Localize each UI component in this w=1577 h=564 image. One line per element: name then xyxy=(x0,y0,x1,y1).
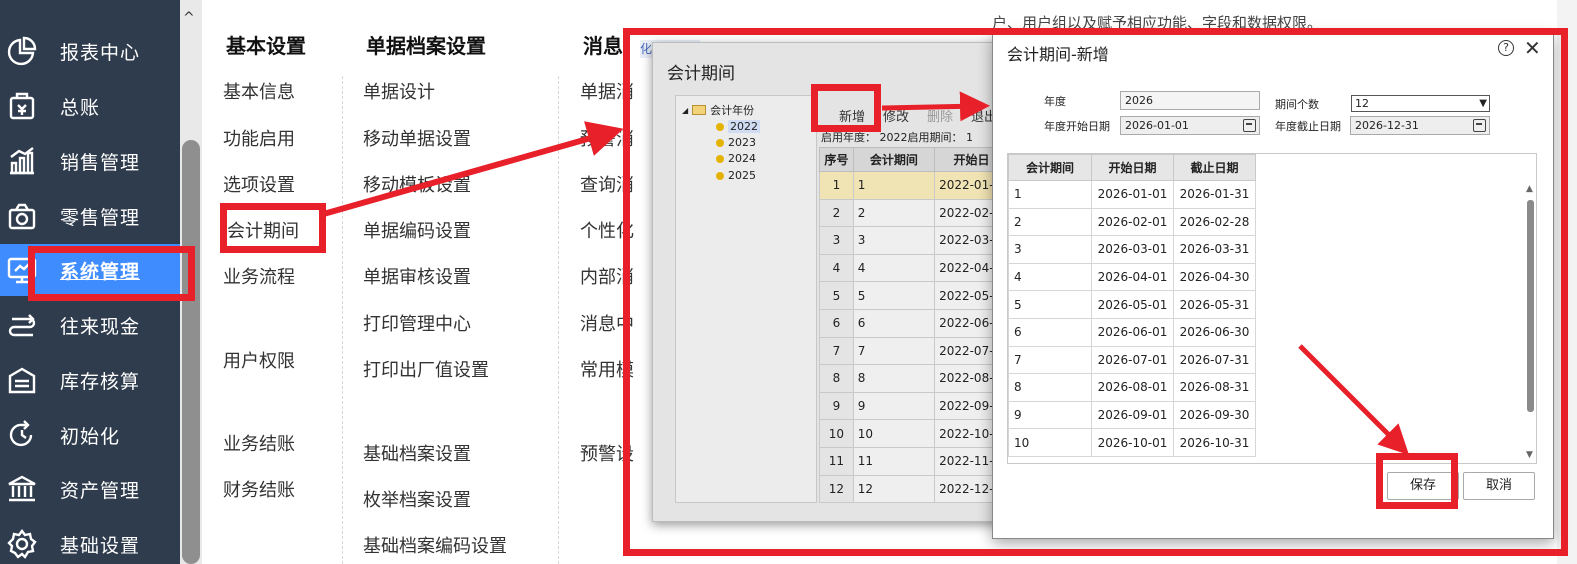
menu-item-document-design[interactable]: 单据设计 xyxy=(363,78,435,104)
menu-item-archive-coding[interactable]: 基础档案编码设置 xyxy=(363,532,507,558)
bank-icon xyxy=(4,471,40,507)
menu-divider xyxy=(342,76,343,564)
annotation-box-add xyxy=(811,84,881,132)
menu-item-basic-info[interactable]: 基本信息 xyxy=(223,78,295,104)
sidebar-item-report-center[interactable]: 报表中心 xyxy=(0,25,180,77)
reset-icon xyxy=(4,417,40,453)
sidebar-item-inventory[interactable]: 库存核算 xyxy=(0,354,180,406)
menu-item-mobile-template[interactable]: 移动模板设置 xyxy=(363,171,471,197)
menu-col-message-heading: 消息 xyxy=(583,34,623,58)
sidebar-item-retail[interactable]: 零售管理 xyxy=(0,190,180,242)
sidebar-item-general-ledger[interactable]: 总账 xyxy=(0,80,180,132)
sidebar-item-label: 基础设置 xyxy=(60,534,141,557)
menu-item-user-permissions[interactable]: 用户权限 xyxy=(223,347,295,373)
menu-item-document-coding[interactable]: 单据编码设置 xyxy=(363,217,471,243)
sidebar-item-label: 往来现金 xyxy=(60,315,141,338)
annotation-box-accounting-period xyxy=(220,203,326,253)
sidebar-item-assets[interactable]: 资产管理 xyxy=(0,463,180,515)
annotation-box-system-management xyxy=(28,246,195,301)
sidebar-item-cash[interactable]: 往来现金 xyxy=(0,299,180,351)
sidebar-item-label: 报表中心 xyxy=(60,41,141,64)
menu-item-document-approval[interactable]: 单据审核设置 xyxy=(363,263,471,289)
menu-item-business-flow[interactable]: 业务流程 xyxy=(223,263,295,289)
ledger-icon xyxy=(4,88,40,124)
gear-icon xyxy=(4,526,40,562)
sidebar-item-label: 初始化 xyxy=(60,425,121,448)
bar-chart-icon xyxy=(4,143,40,179)
menu-item-business-close[interactable]: 业务结账 xyxy=(223,430,295,456)
menu-item-enum-archive[interactable]: 枚举档案设置 xyxy=(363,486,471,512)
warehouse-icon xyxy=(4,362,40,398)
pie-chart-icon xyxy=(4,33,40,69)
menu-item-mobile-document[interactable]: 移动单据设置 xyxy=(363,125,471,151)
menu-divider xyxy=(558,76,559,564)
store-icon xyxy=(4,198,40,234)
sidebar-scrollbar-thumb[interactable] xyxy=(182,140,200,564)
exchange-icon xyxy=(4,307,40,343)
sidebar-item-basic-settings[interactable]: 基础设置 xyxy=(0,518,180,564)
menu-item-options[interactable]: 选项设置 xyxy=(223,171,295,197)
menu-item-financial-close[interactable]: 财务结账 xyxy=(223,476,295,502)
sidebar-item-label: 库存核算 xyxy=(60,370,141,393)
menu-col-basic-settings-heading: 基本设置 xyxy=(226,34,306,58)
sidebar-item-label: 零售管理 xyxy=(60,206,141,229)
sidebar-item-initialize[interactable]: 初始化 xyxy=(0,409,180,461)
menu-item-basic-archive[interactable]: 基础档案设置 xyxy=(363,440,471,466)
menu-item-print-factory-settings[interactable]: 打印出厂值设置 xyxy=(363,356,489,382)
annotation-box-save xyxy=(1376,453,1458,509)
menu-col-document-settings-heading: 单据档案设置 xyxy=(366,34,486,58)
sidebar-item-label: 资产管理 xyxy=(60,479,141,502)
menu-item-feature-enable[interactable]: 功能启用 xyxy=(223,125,295,151)
sidebar-item-label: 销售管理 xyxy=(60,151,141,174)
menu-item-print-center[interactable]: 打印管理中心 xyxy=(363,310,471,336)
sidebar-item-sales[interactable]: 销售管理 xyxy=(0,135,180,187)
sidebar-item-label: 总账 xyxy=(60,96,101,119)
scroll-up-icon[interactable]: ^ xyxy=(183,10,195,26)
